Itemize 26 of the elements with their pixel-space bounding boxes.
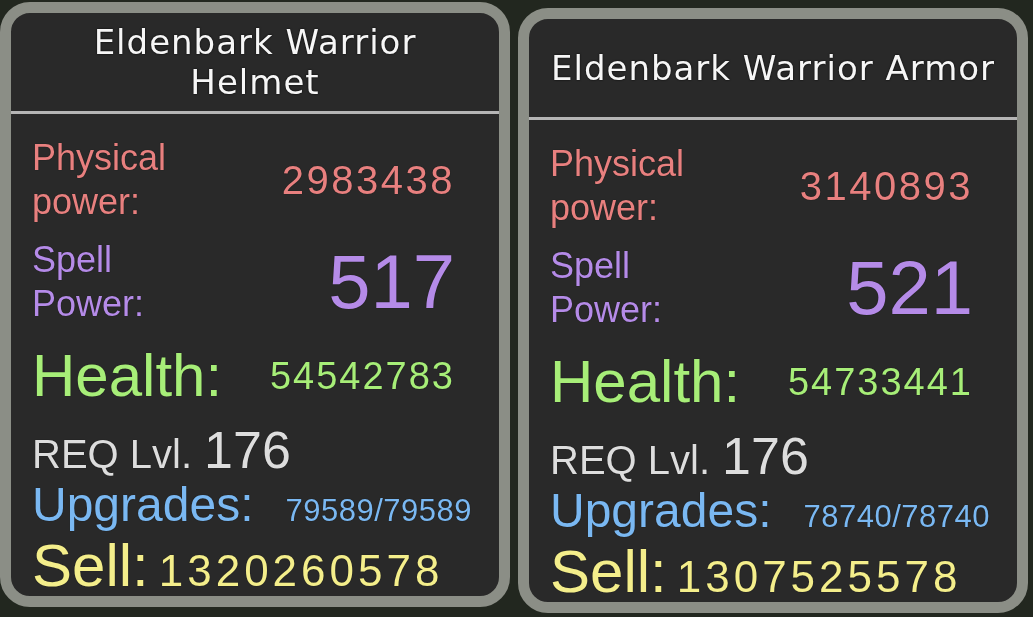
stat-label: REQ Lvl.: [550, 437, 711, 484]
stat-value: 517: [328, 244, 455, 320]
stat-value: 3140893: [799, 164, 973, 208]
stat-label: Spell Power:: [32, 238, 146, 326]
stat-label: Physical power:: [32, 136, 168, 224]
stat-value: 2983438: [281, 158, 455, 202]
stat-value: 521: [846, 250, 973, 326]
item-title: Eldenbark Warrior Armor: [550, 48, 996, 88]
stat-value: 54542783: [269, 354, 455, 398]
stat-value: 176: [204, 424, 291, 476]
stat-label: Upgrades:: [32, 480, 254, 530]
stat-value: 1320260578: [158, 546, 444, 596]
stat-label: Health:: [550, 352, 741, 412]
stat-value: 79589/79589: [285, 493, 472, 529]
stat-value: 78740/78740: [803, 499, 990, 535]
stat-label: Upgrades:: [550, 486, 772, 536]
stat-value: 1307525578: [676, 552, 962, 602]
stat-value: 54733441: [787, 360, 973, 404]
stat-value: 176: [722, 430, 809, 482]
stat-label: Physical power:: [550, 142, 686, 230]
stat-label: Spell Power:: [550, 244, 664, 332]
item-title: Eldenbark Warrior Helmet: [92, 22, 418, 102]
stat-label: Sell:: [32, 536, 149, 596]
stat-label: Health:: [32, 346, 223, 406]
stat-label: Sell:: [550, 542, 667, 602]
stat-label: REQ Lvl.: [32, 431, 193, 478]
